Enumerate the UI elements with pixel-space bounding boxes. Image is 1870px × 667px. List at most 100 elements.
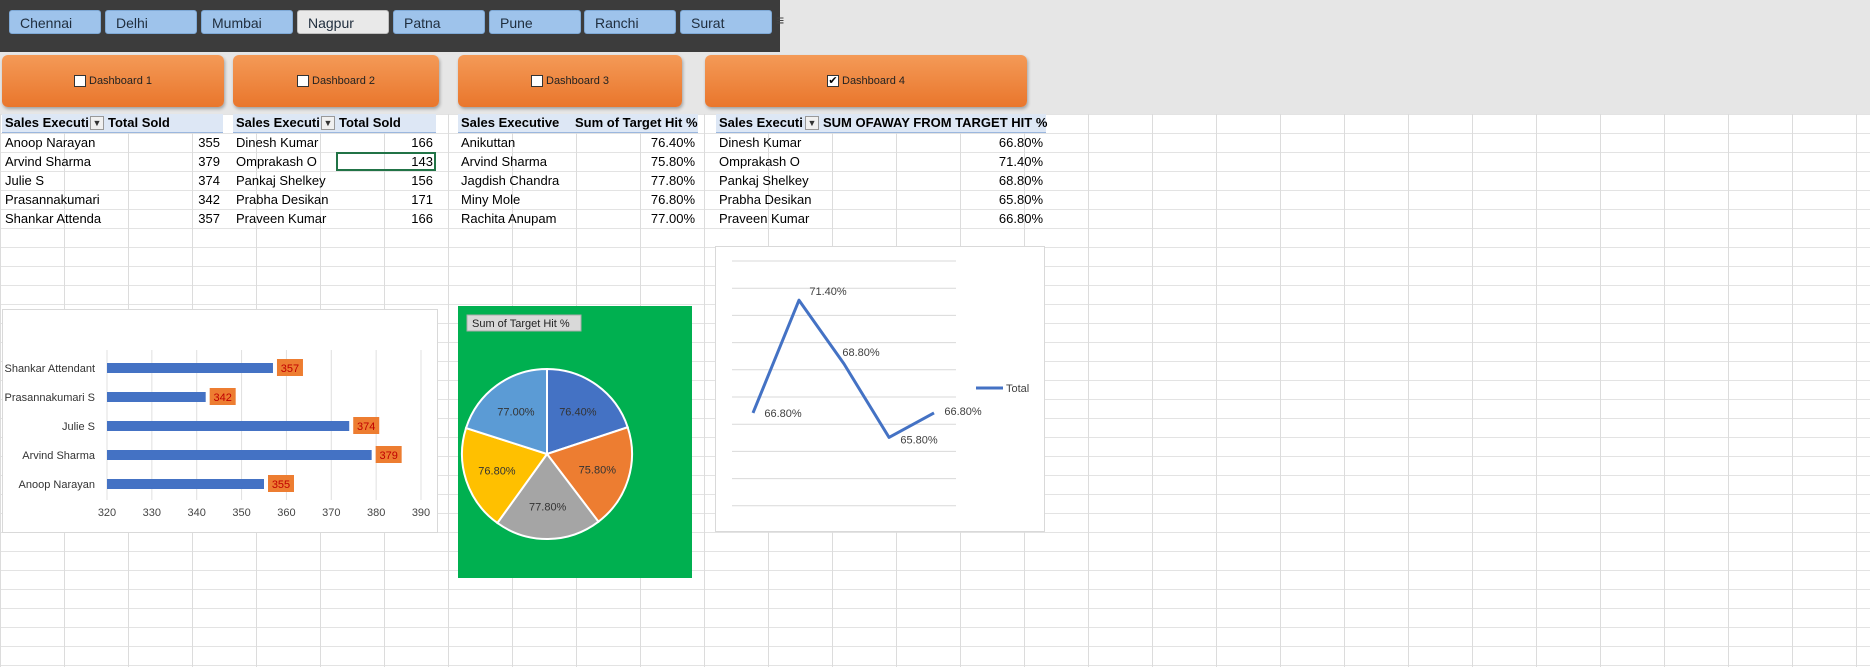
dashboard-3-label: Dashboard 3 — [546, 75, 609, 87]
row-label: Arvind Sharma — [5, 154, 91, 169]
category-label: Arvind Sharma — [22, 450, 96, 462]
table-row: Prabha Desikan 171 — [233, 190, 436, 209]
slicer-item-patna[interactable]: Patna — [393, 10, 485, 34]
slicer-item-surat[interactable]: Surat — [680, 10, 772, 34]
row-label: Praveen Kumar — [719, 211, 810, 226]
total-sold-bar-chart[interactable]: 320 330 340 350 360 370 380 390 Shankar Attendan… — [2, 309, 438, 533]
x-tick-label: 380 — [367, 507, 385, 519]
row-label: Julie S — [5, 173, 45, 188]
row-value[interactable]: 166 — [336, 133, 436, 152]
data-label: 342 — [214, 392, 232, 404]
row-value[interactable]: 143 — [336, 152, 436, 171]
pivot-header-row-labels: Sales Executi ▼ — [716, 114, 820, 132]
table-row: Prasannakumari 342 — [2, 190, 223, 209]
pivot-header: Sales Executive Sum of Target Hit % — [458, 114, 698, 133]
slice-label: 77.80% — [529, 502, 567, 514]
row-value[interactable]: 66.80% — [820, 209, 1046, 228]
row-label: Dinesh Kumar — [236, 135, 319, 150]
row-value[interactable]: 342 — [105, 190, 223, 209]
pivot-header-label: Sales Executi — [5, 115, 89, 130]
legend-label: Total — [1006, 383, 1029, 395]
dashboard-2-checkbox[interactable] — [297, 75, 309, 87]
pivot-header-value: Total Sold — [339, 115, 401, 130]
table-row: Anikuttan 76.40% — [458, 133, 698, 152]
data-label: 71.40% — [809, 286, 847, 298]
pivot-table-2: Sales Executi ▼ Total Sold Dinesh Kumar 166 O… — [233, 114, 436, 228]
slicer-item-chennai[interactable]: Chennai — [9, 10, 101, 34]
bar — [107, 479, 264, 489]
dashboard-1-checkbox[interactable] — [74, 75, 86, 87]
slice-label: 75.80% — [579, 465, 617, 477]
row-value[interactable]: 166 — [336, 209, 436, 228]
table-row: Arvind Sharma 379 — [2, 152, 223, 171]
x-tick-label: 360 — [277, 507, 295, 519]
pivot-header-row-labels: Sales Executi ▼ — [2, 114, 105, 132]
away-from-target-line-chart[interactable]: 66.80% 71.40% 68.80% 65.80% 66.80% Total — [715, 246, 1045, 532]
city-slicer: Chennai Delhi Mumbai Nagpur Patna Pune Ranchi S… — [0, 0, 780, 52]
x-tick-label: 330 — [143, 507, 161, 519]
filter-dropdown-icon[interactable]: ▼ — [321, 116, 335, 130]
row-label: Prasannakumari — [5, 192, 100, 207]
row-label: Pankaj Shelkey — [719, 173, 809, 188]
row-label: Arvind Sharma — [461, 154, 547, 169]
row-value[interactable]: 75.80% — [572, 152, 698, 171]
dashboard-3-button[interactable]: Dashboard 3 — [458, 55, 682, 107]
table-row: Rachita Anupam 77.00% — [458, 209, 698, 228]
data-label: 65.80% — [900, 434, 938, 446]
row-label: Pankaj Shelkey — [236, 173, 326, 188]
row-label: Prabha Desikan — [719, 192, 812, 207]
pivot-table-3: Sales Executive Sum of Target Hit % Anikut… — [458, 114, 698, 228]
row-value[interactable]: 374 — [105, 171, 223, 190]
row-value[interactable]: 66.80% — [820, 133, 1046, 152]
row-label: Shankar Attenda — [5, 211, 102, 226]
row-value[interactable]: 77.00% — [572, 209, 698, 228]
table-row: Pankaj Shelkey 156 — [233, 171, 436, 190]
data-label: 357 — [281, 363, 299, 375]
table-row: Dinesh Kumar 66.80% — [716, 133, 1046, 152]
target-hit-pie-chart[interactable]: Sum of Target Hit % 76.40% 75.80% 77.80% 76.… — [458, 306, 692, 578]
category-label: Prasannakumari S — [5, 392, 96, 404]
pie-title: Sum of Target Hit % — [472, 318, 570, 330]
row-value[interactable]: 71.40% — [820, 152, 1046, 171]
filter-dropdown-icon[interactable]: ▼ — [90, 116, 104, 130]
x-tick-label: 370 — [322, 507, 340, 519]
table-row: Anoop Narayan 355 — [2, 133, 223, 152]
slicer-item-nagpur[interactable]: Nagpur — [297, 10, 389, 34]
dashboard-4-button[interactable]: ✔ Dashboard 4 — [705, 55, 1027, 107]
table-row: Praveen Kumar 66.80% — [716, 209, 1046, 228]
slicer-item-delhi[interactable]: Delhi — [105, 10, 197, 34]
row-label: Jagdish Chandra — [461, 173, 560, 188]
dashboard-1-button[interactable]: Dashboard 1 — [2, 55, 224, 107]
pivot-header-value: Sum of Target Hit % — [575, 115, 698, 130]
row-value[interactable]: 77.80% — [572, 171, 698, 190]
slicer-item-mumbai[interactable]: Mumbai — [201, 10, 293, 34]
dashboard-4-checkbox[interactable]: ✔ — [827, 75, 839, 87]
pivot-header: Sales Executi ▼ Total Sold — [233, 114, 436, 133]
filter-dropdown-icon[interactable]: ▼ — [805, 116, 819, 130]
row-value[interactable]: 357 — [105, 209, 223, 228]
row-value[interactable]: 355 — [105, 133, 223, 152]
slicer-scroll-handle[interactable]: ≡ — [776, 12, 784, 28]
pivot-header-row-labels: Sales Executive — [458, 114, 572, 132]
slice-label: 76.40% — [559, 406, 597, 418]
dashboard-3-checkbox[interactable] — [531, 75, 543, 87]
row-label: Rachita Anupam — [461, 211, 557, 226]
row-value[interactable]: 171 — [336, 190, 436, 209]
dashboard-1-label: Dashboard 1 — [89, 75, 152, 87]
pivot-header-row-labels: Sales Executi ▼ — [233, 114, 336, 132]
row-value[interactable]: 65.80% — [820, 190, 1046, 209]
table-row: Omprakash O 71.40% — [716, 152, 1046, 171]
row-value[interactable]: 76.40% — [572, 133, 698, 152]
table-row: Dinesh Kumar 166 — [233, 133, 436, 152]
row-value[interactable]: 156 — [336, 171, 436, 190]
row-label: Praveen Kumar — [236, 211, 327, 226]
row-value[interactable]: 76.80% — [572, 190, 698, 209]
pivot-table-4: Sales Executi ▼ SUM OFAWAY FROM TARGET HIT… — [716, 114, 1047, 228]
dashboard-4-label: Dashboard 4 — [842, 75, 905, 87]
slicer-item-ranchi[interactable]: Ranchi — [584, 10, 676, 34]
dashboard-2-button[interactable]: Dashboard 2 — [233, 55, 439, 107]
slicer-item-pune[interactable]: Pune — [489, 10, 581, 34]
row-value[interactable]: 379 — [105, 152, 223, 171]
row-value[interactable]: 68.80% — [820, 171, 1046, 190]
table-row: Pankaj Shelkey 68.80% — [716, 171, 1046, 190]
